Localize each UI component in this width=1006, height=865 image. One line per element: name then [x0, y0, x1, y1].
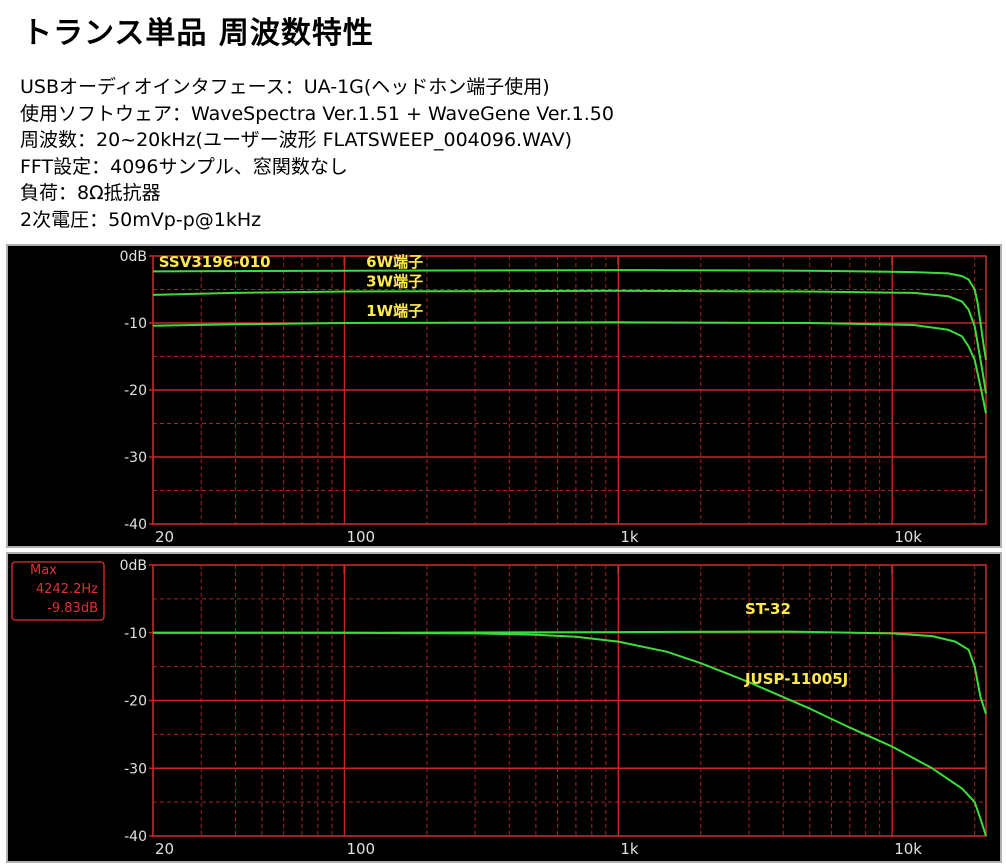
x-tick-label: 10k: [894, 840, 922, 858]
y-tick-label: -30: [124, 761, 147, 777]
frequency-response-chart-top: 0dB -10 -20 -30 -40 20 100 1k 10k SSV3196-010 6W端子…: [120, 249, 987, 546]
marker-label: Max: [30, 563, 57, 578]
y-tick-label: -10: [124, 316, 147, 332]
y-tick-label: -20: [124, 383, 147, 399]
grid-lines: [153, 565, 986, 836]
series-line-3: [152, 321, 987, 414]
y-tick-label: -30: [124, 450, 147, 466]
page-title: トランス単品 周波数特性: [22, 16, 374, 51]
spec-secondary-voltage: 2次電圧：50mVp-p@1kHz: [20, 208, 262, 231]
max-marker-readout: Max 4242.2Hz -9.83dB: [11, 561, 105, 621]
series-annotation: ST-32: [745, 600, 791, 618]
y-tick-label: -40: [124, 829, 147, 845]
y-tick-label: -20: [124, 694, 147, 710]
spec-list: USBオーディオインタフェース：UA-1G(ヘッドホン端子使用) 使用ソフトウェ…: [20, 74, 614, 233]
spec-fft: FFT設定：4096サンプル、窓関数なし: [20, 155, 348, 178]
grid-lines: [153, 256, 986, 524]
chart-panel-top: 0dB -10 -20 -30 -40 20 100 1k 10k SSV3196-010 6W端子…: [6, 244, 1002, 548]
x-tick-label: 1k: [620, 528, 639, 546]
x-tick-label: 20: [155, 840, 174, 858]
y-tick-label: 0dB: [120, 558, 147, 574]
series-annotation: 3W端子: [366, 272, 423, 290]
y-tick-label: -10: [124, 626, 147, 642]
series-line-2: [152, 289, 987, 394]
series-annotation: SSV3196-010: [159, 253, 271, 271]
series-annotation: JUSP-11005J: [744, 670, 848, 688]
spec-frequency: 周波数：20~20kHz(ユーザー波形 FLATSWEEP_004096.WAV…: [20, 129, 573, 151]
spec-software: 使用ソフトウェア：WaveSpectra Ver.1.51 + WaveGene…: [20, 102, 614, 125]
chart-panel-bottom: 0dB -10 -20 -30 -40 20 100 1k 10k ST-32 JUSP-11005…: [6, 552, 1002, 863]
x-tick-label: 100: [346, 840, 375, 858]
marker-level: -9.83dB: [47, 601, 98, 616]
series-annotation: 1W端子: [366, 302, 423, 320]
x-tick-label: 20: [155, 528, 174, 546]
frequency-response-chart-bottom: 0dB -10 -20 -30 -40 20 100 1k 10k ST-32 JUSP-11005…: [11, 558, 987, 858]
series-annotation: 6W端子: [366, 253, 423, 271]
y-tick-label: 0dB: [120, 249, 147, 265]
series-line-1: [153, 630, 987, 715]
x-tick-label: 10k: [894, 528, 922, 546]
marker-frequency: 4242.2Hz: [36, 582, 98, 597]
spec-load: 負荷：8Ω抵抗器: [20, 182, 161, 204]
series-line-1: [152, 269, 987, 361]
spec-interface: USBオーディオインタフェース：UA-1G(ヘッドホン端子使用): [20, 76, 550, 98]
y-tick-label: -40: [124, 517, 147, 533]
x-tick-label: 1k: [620, 840, 639, 858]
x-tick-label: 100: [346, 528, 375, 546]
